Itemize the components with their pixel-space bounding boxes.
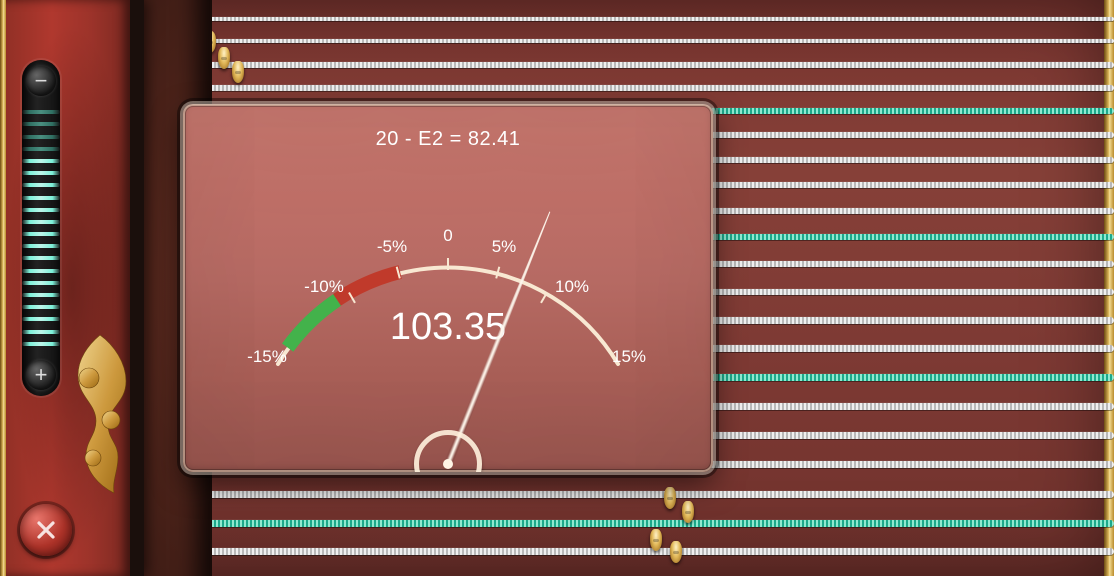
zoom-tick [22,317,60,321]
zoom-tick [22,281,60,285]
close-icon [34,518,58,542]
zoom-out-button[interactable]: − [26,66,56,96]
zoom-tick [22,293,60,297]
instrument-string[interactable] [152,39,1114,43]
zoom-tick [22,183,60,187]
zoom-slider[interactable]: − + [22,60,60,396]
zoom-tick [22,256,60,260]
zoom-tick [22,269,60,273]
zoom-tick [22,232,60,236]
frequency-reading: 103.35 [183,306,713,349]
zoom-tick [22,110,60,114]
side-panel: − + [0,0,144,576]
zoom-tick [22,196,60,200]
target-note-readout: 20 - E2 = 82.41 [183,128,713,151]
scale-label-m15: -15% [247,347,287,367]
scale-label-p15: 15% [612,347,646,367]
zoom-tick [22,147,60,151]
instrument-string[interactable] [152,62,1114,68]
zoom-tick [22,342,60,346]
zoom-tick [22,122,60,126]
zoom-tick [22,208,60,212]
zoom-tick [22,220,60,224]
zoom-tick [22,159,60,163]
close-button[interactable] [20,504,72,556]
zoom-track[interactable] [14,96,68,360]
ornament-swirl [55,330,145,500]
scale-label-zero: 0 [443,226,452,246]
frame-gold-left [0,0,6,576]
instrument-string[interactable] [152,85,1114,91]
scale-label-m10: -10% [304,277,344,297]
zoom-tick [22,305,60,309]
zoom-tick [22,135,60,139]
tuner-panel: 20 - E2 = 82.41 -15% -10% [183,104,713,472]
tuner-app: − + [0,0,1114,576]
plus-icon: + [35,364,48,386]
instrument-string[interactable] [152,520,1114,527]
instrument-string[interactable] [152,548,1114,555]
zoom-tick [22,244,60,248]
zoom-tick [22,171,60,175]
instrument-string[interactable] [152,491,1114,498]
instrument-string[interactable] [152,17,1114,21]
minus-icon: − [35,70,48,92]
scale-label-p5: 5% [492,237,517,257]
scale-label-p10: 10% [555,277,589,297]
scale-label-m5: -5% [377,237,407,257]
zoom-in-button[interactable]: + [26,360,56,390]
zoom-tick [22,330,60,334]
